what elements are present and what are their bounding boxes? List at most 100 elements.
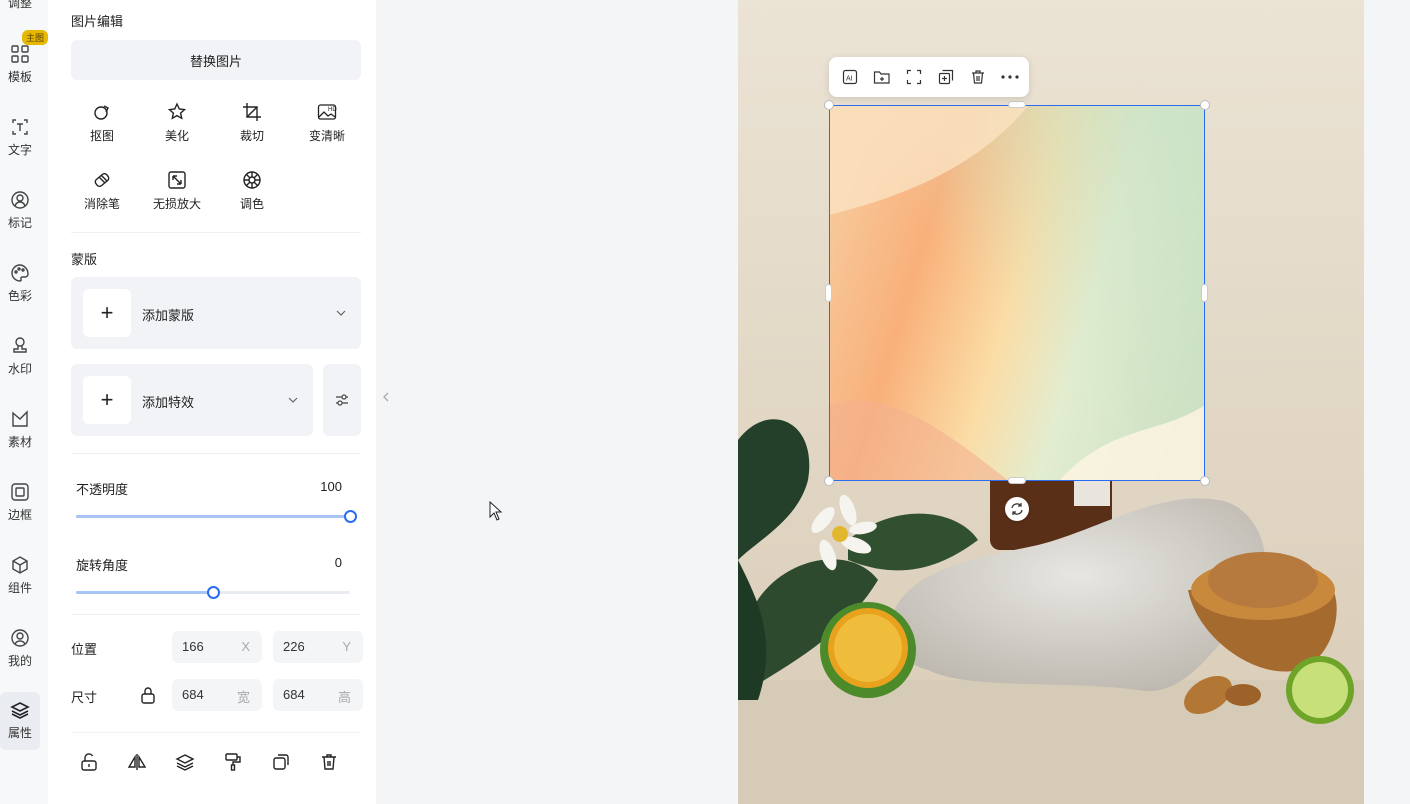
flip-icon[interactable] <box>127 752 147 772</box>
resize-handle-tl[interactable] <box>824 100 834 110</box>
layer-order-icon[interactable] <box>175 752 195 772</box>
fullscreen-icon[interactable] <box>904 67 924 87</box>
ai-icon[interactable]: AI <box>840 67 860 87</box>
delete-icon[interactable] <box>968 67 988 87</box>
opacity-slider-knob[interactable] <box>344 510 357 523</box>
rotation-slider[interactable] <box>76 586 350 599</box>
rotation-slider-fill <box>76 591 213 594</box>
crop-icon <box>243 103 261 121</box>
opacity-label: 不透明度 <box>76 482 129 497</box>
frame-icon <box>11 483 29 501</box>
tool-sharpen[interactable]: HD 变清晰 <box>297 102 357 148</box>
rail-label: 我的 <box>7 654 32 668</box>
resize-handle-left[interactable] <box>825 284 832 302</box>
properties-panel: 图片编辑 替换图片 抠图 美化 裁切 HD 变清晰 消除笔 无损放大 调色 蒙版… <box>48 0 376 804</box>
tool-cutout[interactable]: 抠图 <box>72 102 132 148</box>
replace-image-button[interactable]: 替换图片 <box>71 40 361 80</box>
user-icon <box>11 629 29 647</box>
image-edit-title: 图片编辑 <box>71 14 124 29</box>
tool-crop[interactable]: 裁切 <box>222 102 282 148</box>
opacity-slider[interactable] <box>76 510 357 523</box>
divider <box>71 453 361 454</box>
rotation-row: 旋转角度 0 <box>76 555 356 574</box>
height-value: 684 <box>283 687 305 702</box>
unlock-icon[interactable] <box>79 752 99 772</box>
resize-handle-right[interactable] <box>1201 284 1208 302</box>
rail-item-watermark[interactable]: 水印 <box>0 336 40 394</box>
effect-settings-button[interactable] <box>323 364 361 436</box>
opacity-value: 100 <box>320 479 342 494</box>
tool-upscale[interactable]: 无损放大 <box>147 170 207 216</box>
width-input[interactable]: 684 宽 <box>172 679 262 711</box>
rail-item-mine[interactable]: 我的 <box>0 628 40 686</box>
position-x-input[interactable]: 166 X <box>172 631 262 663</box>
tool-label: 无损放大 <box>152 197 201 211</box>
text-icon <box>12 119 28 135</box>
chevron-down-icon <box>336 310 346 316</box>
tool-color-adjust[interactable]: 调色 <box>222 170 282 216</box>
rail-item-properties[interactable]: 属性 <box>0 692 40 750</box>
resize-handle-tr[interactable] <box>1200 100 1210 110</box>
resize-handle-bottom[interactable] <box>1008 477 1026 484</box>
resize-handle-top[interactable] <box>1008 101 1026 108</box>
resize-handle-bl[interactable] <box>824 476 834 486</box>
beautify-icon <box>167 102 187 120</box>
rotation-slider-knob[interactable] <box>207 586 220 599</box>
trash-icon[interactable] <box>319 752 339 772</box>
divider <box>71 232 361 233</box>
rotate-icon <box>1011 503 1023 515</box>
tool-eraser[interactable]: 消除笔 <box>72 170 132 216</box>
grid-icon <box>11 45 29 63</box>
more-icon[interactable] <box>1000 67 1020 87</box>
duplicate-icon[interactable] <box>271 752 291 772</box>
rail-item-color[interactable]: 色彩 <box>0 263 40 321</box>
mark-icon <box>11 191 29 209</box>
resize-handle-br[interactable] <box>1200 476 1210 486</box>
rail-label: 水印 <box>7 362 32 376</box>
lock-icon[interactable] <box>140 686 156 704</box>
height-input[interactable]: 684 高 <box>273 679 363 711</box>
rail-item-component[interactable]: 组件 <box>0 555 40 613</box>
selection-box <box>829 105 1205 481</box>
rail-label: 组件 <box>7 581 32 595</box>
rotate-handle[interactable] <box>1005 497 1029 521</box>
add-mask-dropdown[interactable]: + 添加蒙版 <box>71 277 361 349</box>
position-y-unit: Y <box>342 639 351 654</box>
plus-icon: + <box>83 289 131 337</box>
svg-text:AI: AI <box>846 76 853 83</box>
upscale-icon <box>168 171 186 189</box>
cube-icon <box>12 556 28 574</box>
plus-icon: + <box>83 376 131 424</box>
palette-icon <box>11 264 29 282</box>
color-adjust-icon <box>243 171 261 189</box>
format-painter-icon[interactable] <box>223 752 243 772</box>
add-effect-dropdown[interactable]: + 添加特效 <box>71 364 313 436</box>
position-y-input[interactable]: 226 Y <box>273 631 363 663</box>
chevron-down-icon <box>288 397 298 403</box>
width-unit: 宽 <box>236 690 250 705</box>
tool-beautify[interactable]: 美化 <box>147 102 207 148</box>
size-label: 尺寸 <box>71 690 98 705</box>
tool-label: 裁切 <box>239 129 264 143</box>
rail-item-border[interactable]: 边框 <box>0 482 40 540</box>
rail-label: 属性 <box>7 726 32 740</box>
divider <box>71 614 361 615</box>
mouse-cursor-icon <box>489 501 503 521</box>
collapse-panel-icon[interactable] <box>380 390 392 404</box>
position-y-value: 226 <box>283 639 305 654</box>
rail-item-template[interactable]: 模板 主图 <box>0 30 48 102</box>
tool-label: 消除笔 <box>83 197 120 211</box>
add-folder-icon[interactable] <box>872 67 892 87</box>
rail-label: 色彩 <box>7 289 32 303</box>
sliders-icon <box>336 394 348 406</box>
rail-label: 文字 <box>7 143 32 157</box>
rail-item-material[interactable]: 素材 <box>0 409 40 467</box>
copy-add-icon[interactable] <box>936 67 956 87</box>
layers-icon <box>10 702 30 719</box>
rail-item-text[interactable]: 文字 <box>0 117 40 175</box>
position-x-value: 166 <box>182 639 204 654</box>
floating-toolbar: AI <box>829 57 1029 97</box>
rail-label: 素材 <box>7 435 32 449</box>
rail-item-mark[interactable]: 标记 <box>0 190 40 248</box>
width-value: 684 <box>182 687 204 702</box>
